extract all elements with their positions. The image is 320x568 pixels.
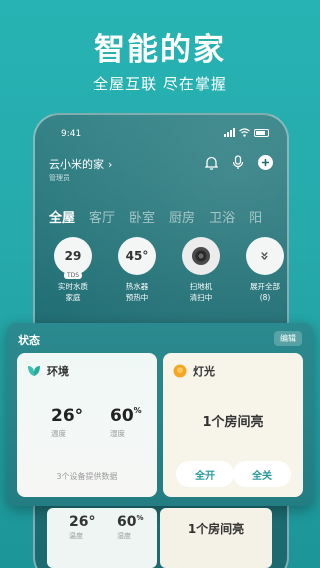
environment-footer: 3个设备提供数据 <box>56 472 118 481</box>
device-icon-expand: » <box>246 237 284 275</box>
tab-balcony[interactable]: 阳 <box>249 207 262 226</box>
camera-lens-icon <box>192 247 210 265</box>
humidity-metric: 60% 湿度 <box>110 406 142 439</box>
device-label-line1: 展开全部 <box>250 282 280 291</box>
environment-title: 环境 <box>47 365 69 378</box>
humidity-value: 60 <box>110 406 134 426</box>
environment-card-preview: 26° 温度 60% 湿度 <box>47 508 157 568</box>
battery-icon <box>254 128 269 137</box>
lighting-card-header: 灯光 <box>173 363 215 379</box>
preview-humidity-label: 湿度 <box>117 532 131 540</box>
preview-humidity-value: 60 <box>117 514 137 530</box>
device-label: 展开全部 (8) <box>250 281 280 303</box>
device-label: 实时水质 家庭 <box>58 281 88 303</box>
device-label-line1: 扫地机 <box>189 282 213 291</box>
tab-bedroom[interactable]: 卧室 <box>129 207 155 226</box>
device-shortcuts: 29 TDS 实时水质 家庭 45° 热水器 预热中 扫地机 清扫中 » 展开全… <box>49 237 287 303</box>
preview-rooms-lit: 1个房间亮 <box>187 522 245 536</box>
tab-bathroom[interactable]: 卫浴 <box>209 207 235 226</box>
top-actions <box>205 155 273 170</box>
add-icon[interactable] <box>258 155 273 170</box>
microphone-icon[interactable] <box>232 155 244 170</box>
device-icon-vacuum <box>182 237 220 275</box>
promo-subtitle: 全屋互联 尽在掌握 <box>93 75 227 93</box>
chevron-right-icon: › <box>108 157 113 171</box>
lighting-card[interactable]: 灯光 1个房间亮 全开 全关 <box>163 353 303 497</box>
leaf-icon <box>28 366 40 376</box>
device-water-quality[interactable]: 29 TDS 实时水质 家庭 <box>49 237 97 303</box>
home-role: 管理员 <box>49 174 70 182</box>
status-icons <box>224 128 269 137</box>
preview-humidity: 60% 湿度 <box>117 514 144 541</box>
lighting-title: 灯光 <box>193 365 215 378</box>
device-icon-water: 29 TDS <box>54 237 92 279</box>
tds-badge: TDS <box>63 272 83 279</box>
device-label-line1: 热水器 <box>125 282 149 291</box>
device-robot-vacuum[interactable]: 扫地机 清扫中 <box>177 237 225 303</box>
edit-button[interactable]: 编辑 <box>274 331 302 346</box>
status-time: 9:41 <box>61 129 82 139</box>
tab-all-rooms[interactable]: 全屋 <box>49 207 75 226</box>
environment-card[interactable]: 环境 26° 温度 60% 湿度 3个设备提供数据 <box>17 353 157 497</box>
environment-card-header: 环境 <box>27 363 69 379</box>
home-name: 云小米的家 <box>49 158 104 171</box>
all-on-button[interactable]: 全开 <box>176 461 234 487</box>
status-panel: 状态 编辑 环境 26° 温度 60% 湿度 3个设备提供数据 灯光 1个房间亮… <box>7 323 313 506</box>
rooms-lit-count: 1个房间亮 <box>202 415 264 430</box>
preview-temperature-label: 温度 <box>69 532 83 540</box>
tab-living-room[interactable]: 客厅 <box>89 207 115 226</box>
wifi-icon <box>239 128 250 137</box>
home-selector[interactable]: 云小米的家 › <box>49 156 112 172</box>
device-label-line2: (8) <box>259 293 271 302</box>
device-water-heater[interactable]: 45° 热水器 预热中 <box>113 237 161 303</box>
device-label: 热水器 预热中 <box>126 281 149 303</box>
preview-temperature: 26° 温度 <box>69 514 95 541</box>
preview-temperature-value: 26° <box>69 514 96 530</box>
bell-icon[interactable] <box>205 156 218 170</box>
lamp-icon <box>173 364 187 378</box>
device-label: 扫地机 清扫中 <box>190 281 213 303</box>
preview-humidity-row: 60% <box>117 514 144 530</box>
lighting-card-preview: 1个房间亮 <box>160 508 272 568</box>
double-chevron-down-icon: » <box>255 251 274 261</box>
device-expand-all[interactable]: » 展开全部 (8) <box>241 237 287 303</box>
tab-kitchen[interactable]: 厨房 <box>169 207 195 226</box>
device-icon-heater: 45° <box>118 237 156 275</box>
room-tabs: 全屋 客厅 卧室 厨房 卫浴 阳 <box>49 207 262 226</box>
humidity-value-row: 60% <box>110 406 142 426</box>
temperature-label: 温度 <box>51 429 66 438</box>
device-label-line1: 实时水质 <box>58 282 88 291</box>
temperature-value: 26° <box>51 406 84 426</box>
device-label-line2: 预热中 <box>125 293 149 302</box>
heater-temperature: 45° <box>125 249 149 263</box>
device-label-line2: 家庭 <box>65 293 81 302</box>
status-panel-title: 状态 <box>18 334 40 347</box>
water-tds-value: 29 <box>64 249 82 263</box>
preview-humidity-unit: % <box>136 514 144 522</box>
promo-title: 智能的家 <box>94 32 226 68</box>
all-off-button[interactable]: 全关 <box>233 461 291 487</box>
device-label-line2: 清扫中 <box>189 293 213 302</box>
humidity-label: 湿度 <box>110 429 125 438</box>
humidity-unit: % <box>133 406 142 415</box>
signal-icon <box>224 128 235 137</box>
temperature-metric: 26° 温度 <box>51 406 83 439</box>
